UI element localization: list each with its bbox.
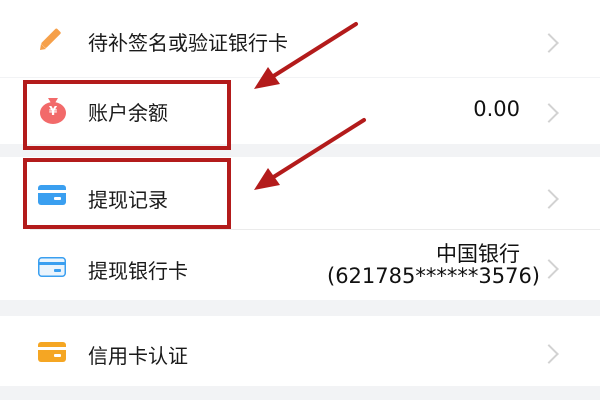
arrow-to-withdrawal-records — [254, 118, 366, 190]
annotation-arrows — [254, 22, 366, 190]
arrow-to-account-balance — [254, 22, 358, 89]
